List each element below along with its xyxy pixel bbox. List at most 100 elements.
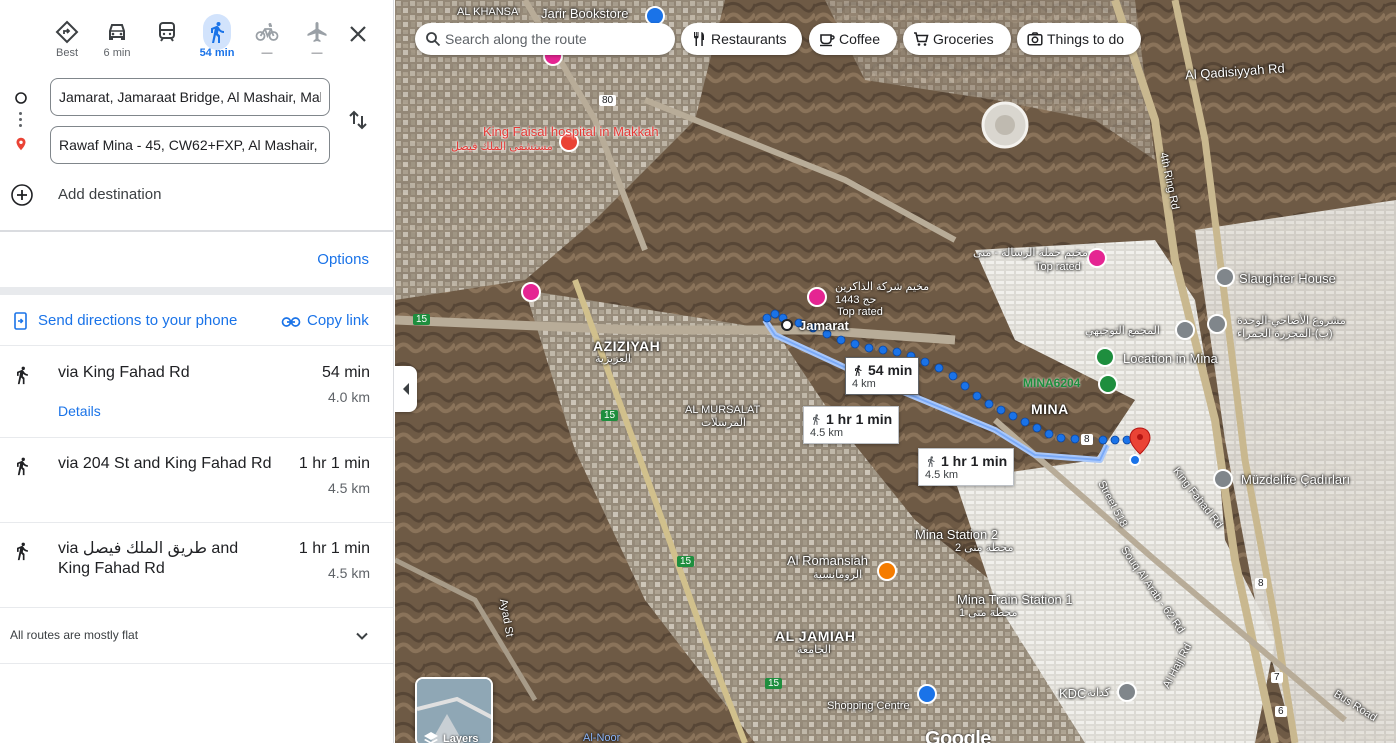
place-marker-icon[interactable] [1117,682,1137,702]
travel-mode-bar: Best 6 min 54 min — — [40,14,380,66]
walk-icon [855,365,862,376]
route-box-primary-time: 54 min [868,362,913,378]
road-shield-15-b: 15 [601,410,619,421]
send-to-phone-label: Send directions to your phone [38,312,238,329]
chevron-down-icon [356,632,368,640]
share-row: Send directions to your phone Copy link [0,296,393,346]
chip-coffee[interactable]: Coffee [809,23,897,55]
chip-things-to-do[interactable]: Things to do [1017,23,1141,55]
route-1-details-link[interactable]: Details [58,403,101,419]
hotel-marker-icon[interactable] [521,282,541,302]
map-label-jarir: Jarir Bookstore [541,6,629,21]
origin-marker[interactable] [781,319,793,331]
mode-flight[interactable]: — [290,14,344,59]
walk-icon [813,414,820,425]
walk-icon [17,542,28,561]
mode-walk[interactable]: 54 min [190,14,244,59]
add-destination-button[interactable]: Add destination [10,182,310,208]
chip-groceries-label: Groceries [933,31,994,47]
google-logo: Google [925,728,991,743]
chip-coffee-label: Coffee [839,31,880,47]
mode-transit[interactable] [140,14,194,47]
hotel-marker-icon[interactable] [807,287,827,307]
collapse-panel-button[interactable] [395,366,417,412]
road-shield-80: 80 [599,95,617,106]
divider [0,230,393,232]
walk-icon [928,456,935,467]
bicycle-icon [255,23,279,41]
search-icon [426,32,441,47]
origin-input[interactable] [50,78,330,116]
restaurant-icon [694,32,704,46]
mode-bike[interactable]: — [240,14,294,59]
mode-bike-label: — [261,47,273,59]
mode-drive[interactable]: 6 min [90,14,144,59]
destination-input[interactable] [50,126,330,164]
chip-groceries[interactable]: Groceries [903,23,1011,55]
route-box-alt-1[interactable]: 1 hr 1 min 4.5 km [803,406,900,444]
map-label-adahi-project: مشروع الأضاحي-الوحدة (ب)-المجزرة الجمراء [1237,315,1346,340]
flag-marker-icon[interactable] [1095,347,1115,367]
chip-things-to-do-label: Things to do [1047,31,1125,47]
train-icon [159,22,175,42]
hotel-marker-icon[interactable] [1087,248,1107,268]
destination-row [0,126,393,166]
road-shield-8-b: 8 [1255,578,1267,589]
link-icon [281,317,301,327]
map-label-mina-train-1: Mina Train Station 1 [957,592,1073,607]
map-label-jamarat: Jamarat [799,318,849,333]
route-box-alt-2[interactable]: 1 hr 1 min 4.5 km [918,448,1015,486]
map-label-mina-station-2: Mina Station 2 [915,527,999,542]
chip-restaurants[interactable]: Restaurants [681,23,802,55]
map-label-aziziyah-ar: العزيزية [595,353,631,365]
map-label-risala-camp: مخيم حملة الرسالة - منى [973,247,1088,259]
map-label-mina6204: MINA6204 [1023,376,1081,390]
map-label-al-jamiah-ar: الجامعة [797,644,831,656]
park-marker-icon[interactable] [1098,374,1118,394]
route-box-primary[interactable]: 54 min 4 km [845,357,920,395]
route-box-alt-1-distance: 4.5 km [810,427,844,439]
map-label-al-jamiah: AL JAMIAH [775,628,856,644]
route-option-1[interactable]: via King Fahad Rd 54 min 4.0 km Details [0,347,393,438]
place-marker-icon[interactable] [1213,469,1233,489]
road-shield-15-c: 15 [677,556,695,567]
layers-button[interactable]: Layers [415,677,493,743]
options-button[interactable]: Options [317,251,369,268]
shopping-marker-icon[interactable] [917,684,937,704]
add-destination-label: Add destination [58,186,162,203]
place-marker-icon[interactable] [1175,320,1195,340]
route-3-distance: 4.5 km [327,565,370,581]
search-along-route-input[interactable] [445,27,667,51]
map-label-muzdelife: Müzdelife Çadırları [1241,472,1351,487]
map-label-kdc-ar: كدانة [1087,687,1111,699]
copy-link-button[interactable]: Copy link [281,310,381,332]
map-label-al-mursalat-ar: المرسلات [701,417,746,429]
map-canvas[interactable]: AL KHANSA Jarir Bookstore Al Qadisiyyah … [395,0,1396,743]
place-marker-icon[interactable] [1207,314,1227,334]
cart-icon [914,32,929,46]
search-along-route[interactable] [415,23,675,55]
road-shield-8: 8 [1081,434,1093,445]
route-option-3[interactable]: via طريق الملك فيصل and King Fahad Rd 1 … [0,523,393,608]
route-option-2[interactable]: via 204 St and King Fahad Rd 1 hr 1 min … [0,438,393,523]
camera-icon [1027,32,1043,46]
coffee-icon [820,34,835,47]
map-label-risala-top: Top rated [1035,261,1081,273]
map-label-al-mursalat: AL MURSALAT [685,404,761,416]
map-label-slaughter-house: Slaughter House [1239,271,1336,286]
road-shield-15-d: 15 [765,678,783,689]
mode-best[interactable]: Best [40,14,94,59]
map-label-tawjihi: المجمع التوجيهي [1085,325,1160,337]
place-marker-icon[interactable] [1215,267,1235,287]
restaurant-marker-icon[interactable] [877,561,897,581]
route-box-alt-1-time: 1 hr 1 min [826,411,893,427]
route-1-distance: 4.0 km [327,389,370,405]
terrain-summary-label: All routes are mostly flat [10,628,139,642]
copy-link-label: Copy link [307,312,369,329]
route-1-time: 54 min [321,364,370,381]
mode-drive-label: 6 min [103,47,131,59]
map-label-kdc: KDC [1059,686,1087,701]
terrain-summary-row[interactable]: All routes are mostly flat [0,608,393,664]
chip-restaurants-label: Restaurants [711,31,787,47]
close-directions-icon[interactable] [346,22,370,46]
